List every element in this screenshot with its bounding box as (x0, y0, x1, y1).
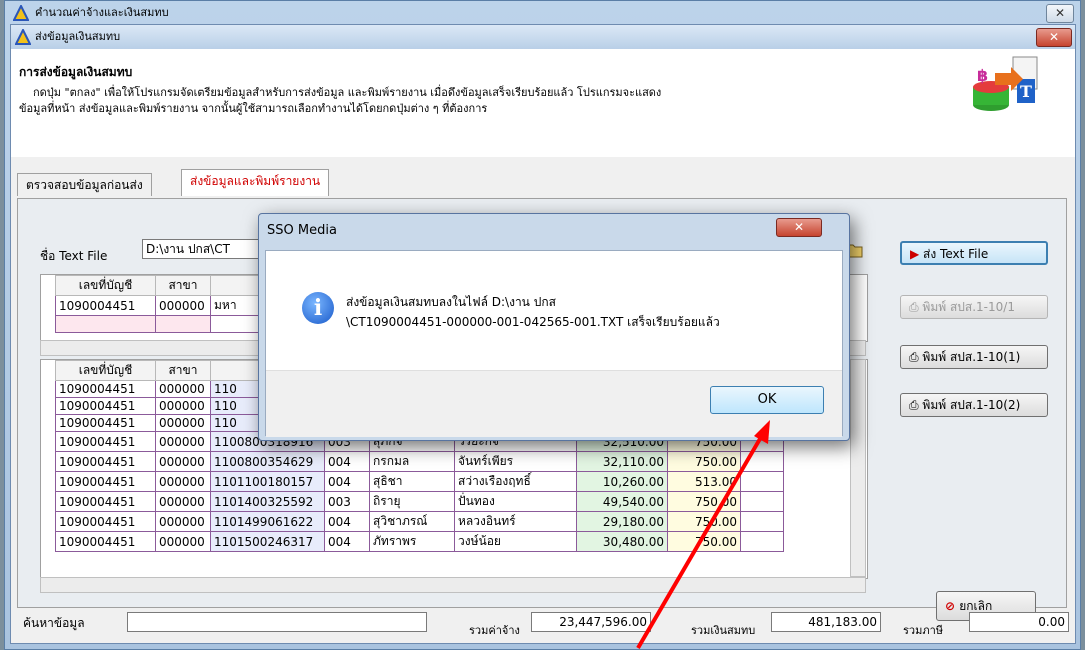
table-cell: 004 (324, 471, 370, 492)
table-cell: 1101400325592 (210, 491, 325, 512)
table-cell: 1090004451 (55, 471, 156, 492)
dialog-message-line-2: \CT1090004451-000000-001-042565-001.TXT … (346, 315, 720, 329)
table-cell: 1090004451 (55, 431, 156, 452)
info-icon: i (302, 292, 334, 324)
table-cell: 1101499061622 (210, 511, 325, 532)
column-header: สาขา (155, 275, 211, 296)
tax-total-value: 0.00 (969, 612, 1069, 632)
print-2-label: พิมพ์ สปส.1-10(1) (922, 350, 1021, 364)
table-cell: 000000 (155, 397, 211, 415)
header-panel: การส่งข้อมูลเงินสมทบ กดปุ่ม "ตกลง" เพื่อ… (11, 49, 1075, 158)
dialog-title: SSO Media (267, 223, 337, 238)
table-cell: 004 (324, 531, 370, 552)
database-export-icon: T ฿ (969, 53, 1039, 119)
table-cell: 1090004451 (55, 397, 156, 415)
table-cell: 004 (324, 451, 370, 472)
table-cell: วงษ์น้อย (454, 531, 577, 552)
printer-icon: ⎙ (909, 300, 923, 314)
print-sps-1-10-paren-1-button[interactable]: ⎙ พิมพ์ สปส.1-10(1) (900, 345, 1048, 369)
outer-window-title: คำนวณค่าจ้างและเงินสมทบ (35, 6, 169, 19)
inner-title-bar: ส่งข้อมูลเงินสมทบ ✕ (11, 25, 1075, 50)
svg-text:฿: ฿ (977, 66, 988, 85)
table-cell: 000000 (155, 491, 211, 512)
annotation-arrow-icon (636, 420, 770, 650)
table-cell: 000000 (155, 451, 211, 472)
table-cell: 1100800354629 (210, 451, 325, 472)
table-cell: สว่างเรืองฤทธิ์ (454, 471, 577, 492)
table-cell: 1090004451 (55, 511, 156, 532)
send-icon: ▶ (910, 247, 924, 261)
cell-account: 1090004451 (55, 295, 156, 316)
table-cell: 004 (324, 511, 370, 532)
wage-total-label: รวมค่าจ้าง (469, 624, 520, 637)
printer-icon: ⎙ (909, 350, 923, 364)
table-cell: 1090004451 (55, 451, 156, 472)
dialog-close-button[interactable]: ✕ (776, 218, 822, 237)
inner-window-title: ส่งข้อมูลเงินสมทบ (35, 30, 121, 43)
tab-send-and-print[interactable]: ส่งข้อมูลและพิมพ์รายงาน (181, 169, 330, 196)
text-file-label: ชื่อ Text File (40, 249, 108, 263)
column-header: เลขที่บัญชี (55, 275, 156, 296)
table-cell: 1101500246317 (210, 531, 325, 552)
print-3-label: พิมพ์ สปส.1-10(2) (922, 398, 1021, 412)
send-text-file-label: ส่ง Text File (923, 247, 989, 261)
column-header: สาขา (155, 360, 211, 381)
table-cell: 1101100180157 (210, 471, 325, 492)
table-cell: หลวงอินทร์ (454, 511, 577, 532)
search-label: ค้นหาข้อมูล (23, 616, 85, 630)
table-cell: 000000 (155, 531, 211, 552)
table-cell: 1090004451 (55, 491, 156, 512)
cancel-icon: ⊘ (945, 599, 960, 613)
table-cell: 000000 (155, 511, 211, 532)
table-cell: 1090004451 (55, 531, 156, 552)
svg-text:T: T (1020, 82, 1032, 101)
print-sps-1-10-1-button[interactable]: ⎙ พิมพ์ สปส.1-10/1 (900, 295, 1048, 319)
table-cell: จันทร์เพียร (454, 451, 577, 472)
dialog-body: i ส่งข้อมูลเงินสมทบลงในไฟล์ D:\งาน ปกส \… (265, 250, 843, 437)
send-text-file-button[interactable]: ▶ ส่ง Text File (900, 241, 1048, 265)
table-cell: สุธิชา (369, 471, 455, 492)
message-dialog: SSO Media ✕ i ส่งข้อมูลเงินสมทบลงในไฟล์ … (258, 213, 850, 441)
table-cell: ถิรายุ (369, 491, 455, 512)
table-cell: 1090004451 (55, 380, 156, 398)
table-cell: 000000 (155, 471, 211, 492)
tax-total-label: รวมภาษี (903, 624, 944, 637)
tab-bar: ตรวจสอบข้อมูลก่อนส่ง ส่งข้อมูลและพิมพ์รา… (11, 157, 1075, 197)
table-cell: สุวิชาภรณ์ (369, 511, 455, 532)
printer-icon: ⎙ (909, 398, 923, 412)
search-input[interactable] (127, 612, 427, 632)
table-cell: 003 (324, 491, 370, 512)
dialog-message-line-1: ส่งข้อมูลเงินสมทบลงในไฟล์ D:\งาน ปกส (346, 295, 556, 309)
table-cell: 1090004451 (55, 414, 156, 432)
table-cell: 000000 (155, 431, 211, 452)
text-file-path-input[interactable]: D:\งาน ปกส\CT (142, 239, 262, 259)
outer-close-button[interactable]: ✕ (1046, 4, 1074, 23)
print-1-label: พิมพ์ สปส.1-10/1 (922, 300, 1015, 314)
inner-close-button[interactable]: ✕ (1036, 28, 1072, 47)
table-cell: 000000 (155, 380, 211, 398)
page-title: การส่งข้อมูลเงินสมทบ (19, 65, 133, 79)
app-logo-icon (12, 3, 30, 21)
tab-verify[interactable]: ตรวจสอบข้อมูลก่อนส่ง (17, 173, 152, 196)
contribution-total-value: 481,183.00 (771, 612, 881, 632)
table-cell: ภัทราพร (369, 531, 455, 552)
column-header: เลขที่บัญชี (55, 360, 156, 381)
print-sps-1-10-paren-2-button[interactable]: ⎙ พิมพ์ สปส.1-10(2) (900, 393, 1048, 417)
cancel-label: ยกเลิก (959, 599, 993, 613)
app-logo-icon (14, 27, 32, 45)
table-cell: กรกมล (369, 451, 455, 472)
table-cell: 000000 (155, 414, 211, 432)
description-line-2: ข้อมูลที่หน้า ส่งข้อมูลและพิมพ์รายงาน จา… (19, 102, 488, 115)
vertical-scrollbar[interactable] (850, 359, 866, 577)
cell-branch: 000000 (155, 295, 211, 316)
table-cell: ปั่นทอง (454, 491, 577, 512)
